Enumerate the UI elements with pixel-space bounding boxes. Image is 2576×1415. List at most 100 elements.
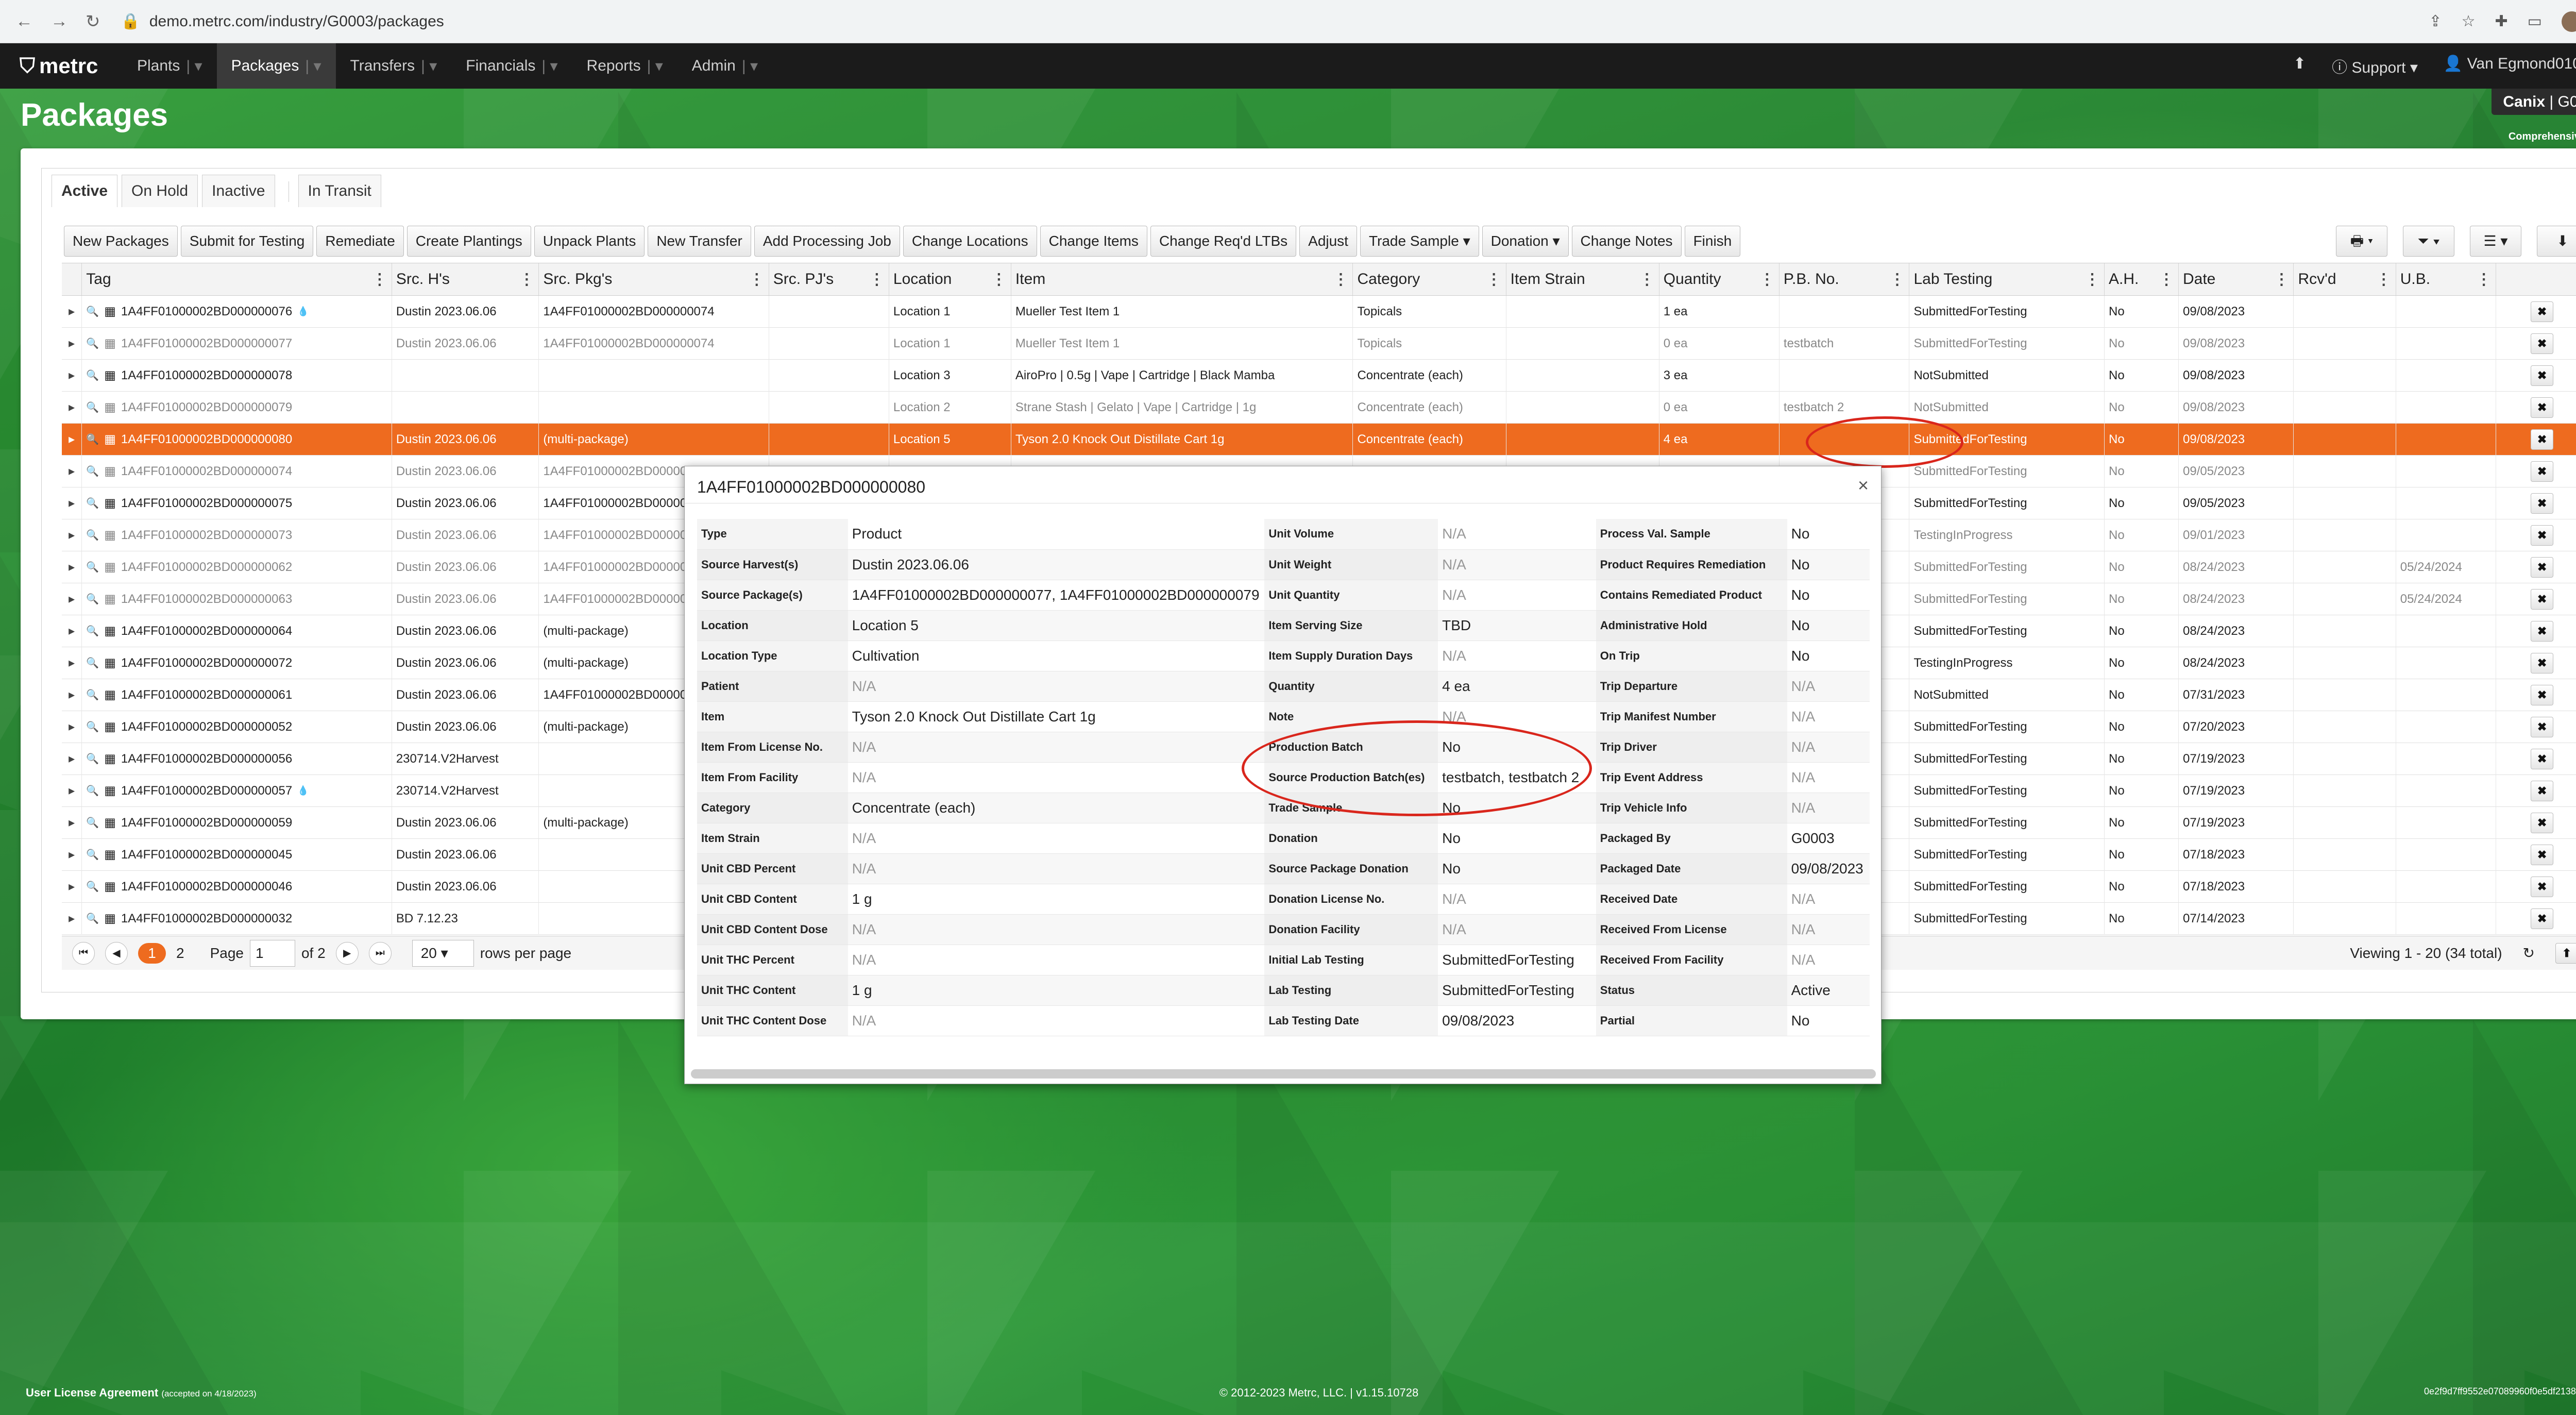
nav-reports[interactable]: Reports | ▾ (572, 43, 677, 89)
discontinue-icon[interactable]: ✖ (2531, 429, 2554, 450)
expand-row-icon[interactable]: ▸ (62, 743, 82, 775)
discontinue-icon[interactable]: ✖ (2531, 652, 2554, 673)
column-header[interactable]: Category ⋮ (1353, 263, 1506, 295)
column-menu-icon[interactable]: ⋮ (2274, 271, 2289, 289)
search-icon[interactable]: 🔍 (86, 529, 99, 542)
discontinue-icon[interactable]: ✖ (2531, 620, 2554, 642)
discontinue-icon[interactable]: ✖ (2531, 684, 2554, 705)
expand-row-icon[interactable]: ▸ (62, 487, 82, 519)
discontinue-icon[interactable]: ✖ (2531, 716, 2554, 737)
column-header[interactable]: Item ⋮ (1011, 263, 1353, 295)
search-icon[interactable]: 🔍 (86, 816, 99, 829)
column-menu-icon[interactable]: ⋮ (2084, 271, 2100, 289)
nav-plants[interactable]: Plants | ▾ (123, 43, 217, 89)
discontinue-icon[interactable]: ✖ (2531, 780, 2554, 801)
search-icon[interactable]: 🔍 (86, 688, 99, 701)
scroll-top-icon[interactable]: ⬆ (2555, 942, 2576, 964)
column-header[interactable]: A.H. ⋮ (2105, 263, 2179, 295)
search-icon[interactable]: 🔍 (86, 656, 99, 669)
expand-row-icon[interactable]: ▸ (62, 519, 82, 551)
toolbar-button[interactable]: Donation ▾ (1482, 226, 1569, 257)
toolbar-button[interactable]: Adjust (1299, 226, 1357, 257)
column-menu-icon[interactable]: ⋮ (869, 271, 885, 289)
prev-page-icon[interactable]: ◀ (105, 941, 128, 965)
column-menu-icon[interactable]: ⋮ (2476, 271, 2492, 289)
expand-row-icon[interactable]: ▸ (62, 327, 82, 360)
search-icon[interactable]: 🔍 (86, 401, 99, 414)
toolbar-button[interactable]: New Packages (64, 226, 178, 257)
search-icon[interactable]: 🔍 (86, 912, 99, 925)
nav-transfers[interactable]: Transfers | ▾ (336, 43, 452, 89)
expand-row-icon[interactable]: ▸ (62, 359, 82, 392)
search-icon[interactable]: 🔍 (86, 465, 99, 478)
reload-icon[interactable]: ↻ (86, 11, 100, 32)
search-icon[interactable]: 🔍 (86, 337, 99, 350)
column-menu-icon[interactable]: ⋮ (1759, 271, 1775, 289)
column-header[interactable]: Rcv'd ⋮ (2294, 263, 2396, 295)
column-menu-icon[interactable]: ⋮ (519, 271, 534, 289)
tab-in-transit[interactable]: In Transit (298, 175, 381, 207)
search-icon[interactable]: 🔍 (86, 369, 99, 382)
column-header[interactable]: Lab Testing ⋮ (1909, 263, 2105, 295)
toolbar-button[interactable]: Change Notes (1571, 226, 1682, 257)
user-menu[interactable]: 👤 Van Egmond0101 ▾ (2444, 55, 2576, 77)
profile-avatar[interactable] (2562, 11, 2576, 32)
refresh-icon[interactable]: ↻ (2523, 945, 2535, 962)
discontinue-icon[interactable]: ✖ (2531, 525, 2554, 546)
grid-tool-button[interactable]: ⬇ (2537, 226, 2576, 257)
discontinue-icon[interactable]: ✖ (2531, 333, 2554, 354)
table-row[interactable]: ▸ 🔍 ▦ 1A4FF01000002BD000000079 Location 2 Str… (62, 391, 2576, 424)
tab-active[interactable]: Active (52, 175, 118, 207)
search-icon[interactable]: 🔍 (86, 497, 99, 510)
column-menu-icon[interactable]: ⋮ (749, 271, 765, 289)
toolbar-button[interactable]: Create Plantings (406, 226, 531, 257)
metrc-logo[interactable]: ⛉ metrc (20, 54, 123, 78)
column-menu-icon[interactable]: ⋮ (1889, 271, 1905, 289)
discontinue-icon[interactable]: ✖ (2531, 397, 2554, 418)
toolbar-button[interactable]: Trade Sample ▾ (1360, 226, 1479, 257)
close-icon[interactable]: × (1858, 475, 1869, 496)
column-header[interactable]: Date ⋮ (2179, 263, 2294, 295)
nav-admin[interactable]: Admin | ▾ (677, 43, 772, 89)
column-header[interactable]: Location ⋮ (889, 263, 1011, 295)
expand-row-icon[interactable]: ▸ (62, 551, 82, 583)
forward-icon[interactable]: → (50, 11, 68, 32)
rows-per-page-select[interactable]: 20 ▾ (412, 939, 474, 967)
facility-selector[interactable]: Canix | G0003 ▾ (2492, 89, 2576, 115)
search-icon[interactable]: 🔍 (86, 848, 99, 861)
toolbar-button[interactable]: Change Req'd LTBs (1150, 226, 1297, 257)
column-menu-icon[interactable]: ⋮ (372, 271, 387, 289)
search-icon[interactable]: 🔍 (86, 720, 99, 733)
sidepanel-icon[interactable]: ▭ (2528, 12, 2542, 30)
expand-row-icon[interactable]: ▸ (62, 423, 82, 456)
discontinue-icon[interactable]: ✖ (2531, 461, 2554, 482)
discontinue-icon[interactable]: ✖ (2531, 748, 2554, 769)
support-menu[interactable]: ⓘ Support ▾ (2332, 55, 2418, 77)
expand-row-icon[interactable]: ▸ (62, 711, 82, 743)
share-icon[interactable]: ⇪ (2429, 12, 2442, 30)
grid-tool-button[interactable]: ☰ ▾ (2470, 226, 2521, 257)
column-menu-icon[interactable]: ⋮ (2159, 271, 2174, 289)
column-header[interactable]: Item Strain ⋮ (1506, 263, 1659, 295)
expand-row-icon[interactable]: ▸ (62, 647, 82, 679)
search-icon[interactable]: 🔍 (86, 561, 99, 574)
column-menu-icon[interactable]: ⋮ (1486, 271, 1502, 289)
search-icon[interactable]: 🔍 (86, 880, 99, 893)
toolbar-button[interactable]: New Transfer (648, 226, 751, 257)
discontinue-icon[interactable]: ✖ (2531, 301, 2554, 322)
expand-row-icon[interactable]: ▸ (62, 615, 82, 647)
horizontal-scrollbar[interactable] (691, 1069, 1876, 1079)
extensions-icon[interactable]: ✚ (2495, 12, 2508, 30)
next-page-icon[interactable]: ▶ (335, 941, 359, 965)
column-header[interactable]: Src. Pkg's ⋮ (539, 263, 769, 295)
toolbar-button[interactable]: Remediate (316, 226, 404, 257)
column-menu-icon[interactable]: ⋮ (991, 271, 1007, 289)
column-header[interactable]: Quantity ⋮ (1659, 263, 1780, 295)
discontinue-icon[interactable]: ✖ (2531, 876, 2554, 897)
expand-row-icon[interactable]: ▸ (62, 870, 82, 903)
address-bar[interactable]: 🔒 demo.metrc.com/industry/G0003/packages (121, 12, 444, 30)
search-icon[interactable]: 🔍 (86, 593, 99, 605)
column-header[interactable]: Tag ⋮ (82, 263, 392, 295)
expand-row-icon[interactable]: ▸ (62, 455, 82, 487)
discontinue-icon[interactable]: ✖ (2531, 908, 2554, 929)
